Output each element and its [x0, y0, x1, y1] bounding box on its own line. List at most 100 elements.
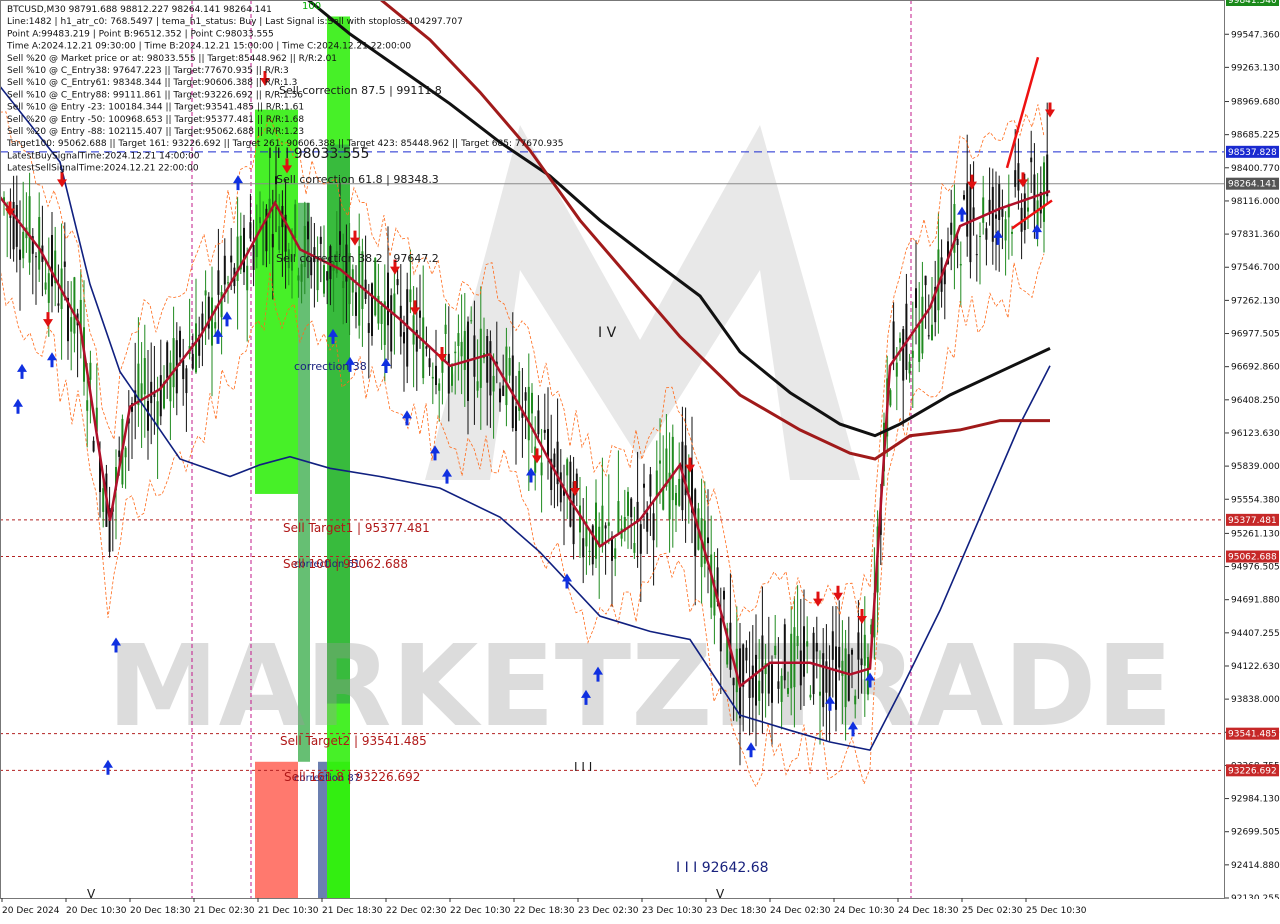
time-tick-label: 20 Dec 10:30 — [66, 906, 127, 916]
candle-body — [601, 505, 604, 547]
candle-body — [678, 478, 681, 506]
candle-body — [403, 332, 405, 344]
candle-body — [243, 227, 245, 273]
candle-body — [396, 279, 399, 286]
price-tick-label: 97262.130 — [1231, 296, 1280, 306]
candle-body — [844, 648, 847, 708]
candle-body — [1046, 154, 1049, 197]
price-tick-label: 94691.880 — [1231, 596, 1280, 606]
candle-body — [828, 669, 831, 701]
candle-body — [38, 217, 41, 270]
candle-body — [223, 255, 226, 285]
price-tick-label: 96408.250 — [1231, 396, 1280, 406]
candle-body — [783, 624, 786, 681]
candle-body — [566, 459, 569, 476]
candle-body — [147, 400, 149, 431]
candle-body — [35, 256, 37, 258]
candle-body — [166, 342, 169, 379]
price-tick-label: 94407.255 — [1231, 629, 1280, 639]
candle-body — [963, 195, 965, 200]
candle-body — [92, 440, 95, 452]
price-tick-label: 98116.000 — [1231, 197, 1280, 207]
candle-body — [454, 351, 457, 354]
time-tick-label: 23 Dec 02:30 — [578, 906, 639, 916]
candle-body — [838, 646, 841, 668]
info-line: Sell %10 @ C_Entry38: 97647.223 || Targe… — [7, 66, 289, 76]
candle-body — [527, 386, 530, 441]
candle-body — [915, 288, 917, 308]
candle-body — [409, 289, 412, 303]
candle-body — [767, 663, 770, 694]
candle-body — [323, 265, 325, 294]
candle-body — [172, 338, 175, 388]
candle-body — [851, 649, 853, 655]
price-tick-label: 98400.770 — [1231, 164, 1280, 174]
price-tick-label: 95261.130 — [1231, 529, 1280, 539]
candle-body — [524, 392, 527, 401]
price-tick-label: 92984.130 — [1231, 795, 1280, 805]
candle-body — [470, 320, 473, 322]
price-chart[interactable]: MARKETZITRADE Sell correction 87.5 | 991… — [0, 0, 1280, 920]
candle-body — [307, 221, 309, 240]
candle-body — [819, 691, 821, 696]
candle-body — [492, 375, 495, 392]
time-tick-label: 22 Dec 02:30 — [386, 906, 447, 916]
candle-body — [777, 681, 780, 689]
candle-body — [982, 197, 985, 223]
time-tick-label: 22 Dec 10:30 — [450, 906, 511, 916]
buy-arrow-icon — [222, 311, 232, 327]
candle-body — [294, 204, 297, 239]
level-label: Sell 161.8 | 93226.692 — [284, 770, 420, 784]
sell-arrow-icon — [570, 480, 580, 496]
candle-body — [367, 323, 370, 333]
info-line: Sell %20 @ Market price or at: 98033.555… — [7, 54, 337, 64]
candle-body — [444, 324, 447, 335]
candle-body — [627, 491, 629, 516]
chart-window[interactable]: MARKETZITRADE Sell correction 87.5 | 991… — [0, 0, 1280, 920]
candle-body — [652, 513, 655, 541]
candle-body — [825, 661, 828, 693]
candle-body — [540, 462, 543, 476]
candle-body — [204, 290, 207, 296]
buy-arrow-icon — [381, 358, 391, 374]
candle-body — [559, 472, 562, 503]
candle-body — [889, 390, 892, 406]
candle-body — [758, 680, 761, 701]
candle-body — [761, 635, 764, 694]
candle-body — [19, 249, 21, 260]
candle-body — [543, 429, 546, 433]
candle-body — [1033, 174, 1036, 213]
price-tick-label: 99547.360 — [1231, 30, 1280, 40]
info-line: Sell %10 @ Entry -23: 100184.344 || Targ… — [7, 103, 304, 113]
candle-body — [790, 633, 793, 689]
candle-body — [537, 410, 540, 435]
candle-body — [671, 436, 674, 501]
candle-body — [1030, 157, 1033, 163]
candle-body — [927, 335, 930, 337]
candle-body — [911, 350, 914, 358]
candle-body — [300, 264, 303, 282]
time-tick-label: 24 Dec 10:30 — [834, 906, 895, 916]
candle-body — [822, 653, 825, 708]
info-line: Sell %10 @ C_Entry61: 98348.344 || Targe… — [7, 78, 297, 88]
candle-body — [390, 295, 393, 352]
candle-body — [319, 236, 322, 244]
chart-annotation: Sell correction 38.2 | 97647.2 — [276, 252, 439, 265]
sell-arrow-icon — [43, 312, 53, 328]
candle-body — [806, 641, 809, 647]
time-tick-label: 24 Dec 18:30 — [898, 906, 959, 916]
candle-body — [1017, 163, 1020, 191]
info-line: BTCUSD,M30 98791.688 98812.227 98264.141… — [7, 5, 272, 15]
candle-body — [73, 277, 76, 334]
candle-body — [847, 654, 850, 701]
candle-body — [707, 537, 709, 544]
candle-body — [857, 632, 860, 660]
point-c-tag-label: 98537.828 — [1228, 148, 1277, 158]
candle-body — [451, 366, 453, 386]
candle-body — [428, 358, 431, 368]
candle-body — [547, 429, 549, 458]
candle-body — [633, 543, 636, 553]
buy-arrow-icon — [17, 363, 27, 379]
candle-body — [745, 647, 748, 661]
candle-body — [393, 293, 396, 315]
